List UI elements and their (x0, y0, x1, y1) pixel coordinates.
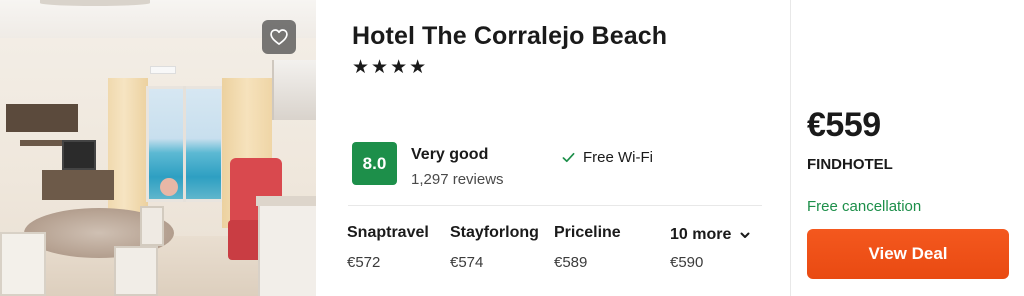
provider-price: €572 (347, 254, 381, 271)
more-deals-button[interactable]: 10 more (670, 226, 751, 244)
provider-deal-stayforlong[interactable]: Stayforlong €574 (450, 224, 539, 271)
photo-sideboard (42, 170, 114, 200)
rating-label: Very good (411, 146, 489, 163)
provider-deal-snaptravel[interactable]: Snaptravel €572 (347, 224, 429, 271)
photo-chair (140, 206, 164, 246)
photo-ac-unit (150, 66, 176, 74)
photo-chair (0, 232, 46, 296)
chevron-down-icon (740, 232, 750, 238)
photo-counter (256, 196, 316, 206)
check-icon (562, 152, 575, 163)
heart-icon (270, 29, 288, 45)
photo-tv (62, 140, 96, 170)
provider-name: Snaptravel (347, 224, 429, 241)
favorite-button[interactable] (262, 20, 296, 54)
column-divider (790, 0, 791, 296)
hotel-photo[interactable] (0, 0, 316, 296)
view-deal-button[interactable]: View Deal (807, 229, 1009, 279)
rating-score-badge[interactable]: 8.0 (352, 142, 397, 185)
provider-price: €589 (554, 254, 588, 271)
star-rating: ★★★★ (352, 57, 429, 78)
more-deals-price: €590 (670, 254, 704, 271)
photo-kitchen-cabinet (272, 60, 316, 120)
more-deals-label: 10 more (670, 226, 732, 243)
provider-deal-priceline[interactable]: Priceline €589 (554, 224, 621, 271)
photo-shelf (6, 104, 78, 132)
provider-name: Priceline (554, 224, 621, 241)
reviews-count[interactable]: 1,297 reviews (411, 171, 504, 188)
amenity-label: Free Wi-Fi (583, 149, 653, 166)
hotel-name[interactable]: Hotel The Corralejo Beach (352, 22, 667, 51)
photo-lamp (40, 0, 150, 6)
photo-sofa-arm (228, 220, 262, 260)
best-deal-provider: FINDHOTEL (807, 156, 893, 173)
photo-counter-base (258, 206, 316, 296)
divider (348, 205, 762, 206)
amenity-wifi: Free Wi-Fi (562, 149, 653, 166)
provider-price: €574 (450, 254, 484, 271)
best-deal-price: €559 (807, 106, 881, 144)
photo-window-frame (183, 86, 186, 202)
photo-chair (114, 246, 158, 296)
free-cancellation-label: Free cancellation (807, 198, 922, 215)
photo-flowers (160, 178, 178, 196)
hotel-result-card: Hotel The Corralejo Beach ★★★★ 8.0 Very … (0, 0, 1024, 296)
provider-name: Stayforlong (450, 224, 539, 241)
